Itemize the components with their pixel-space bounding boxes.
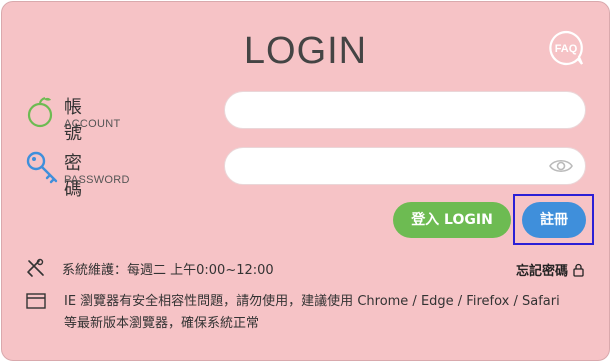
browser-window-icon (26, 292, 46, 312)
key-icon (26, 151, 60, 185)
browser-notice: IE 瀏覽器有安全相容性問題，請勿使用，建議使用 Chrome / Edge /… (64, 291, 564, 335)
lock-icon (572, 263, 584, 277)
account-sublabel: ACCOUNT (64, 118, 121, 130)
faq-icon[interactable]: FAQ (547, 29, 585, 67)
password-field[interactable] (224, 147, 586, 185)
password-input[interactable] (241, 148, 545, 184)
page-title: LOGIN (243, 30, 368, 72)
account-field[interactable] (224, 91, 586, 129)
login-button[interactable]: 登入 LOGIN (393, 202, 511, 238)
login-card: LOGIN FAQ 帳號 ACCOUNT 密碼 PASSWORD 登入 LOGI… (1, 1, 610, 361)
browser-notice-line2: 等最新版本瀏覽器，確保系統正常 (64, 316, 260, 331)
account-input[interactable] (241, 92, 545, 128)
register-button[interactable]: 註冊 (522, 202, 586, 238)
forgot-password-link[interactable]: 忘記密碼 (516, 260, 584, 279)
forgot-password-label: 忘記密碼 (516, 264, 569, 279)
browser-notice-line1: IE 瀏覽器有安全相容性問題，請勿使用，建議使用 Chrome / Edge /… (64, 294, 560, 309)
eye-icon[interactable] (549, 157, 573, 175)
account-icon (26, 95, 60, 129)
password-sublabel: PASSWORD (64, 174, 130, 186)
maintenance-text: 系統維護：每週二 上午0:00~12:00 (62, 263, 274, 278)
faq-label: FAQ (555, 43, 578, 55)
tools-icon (26, 258, 46, 278)
